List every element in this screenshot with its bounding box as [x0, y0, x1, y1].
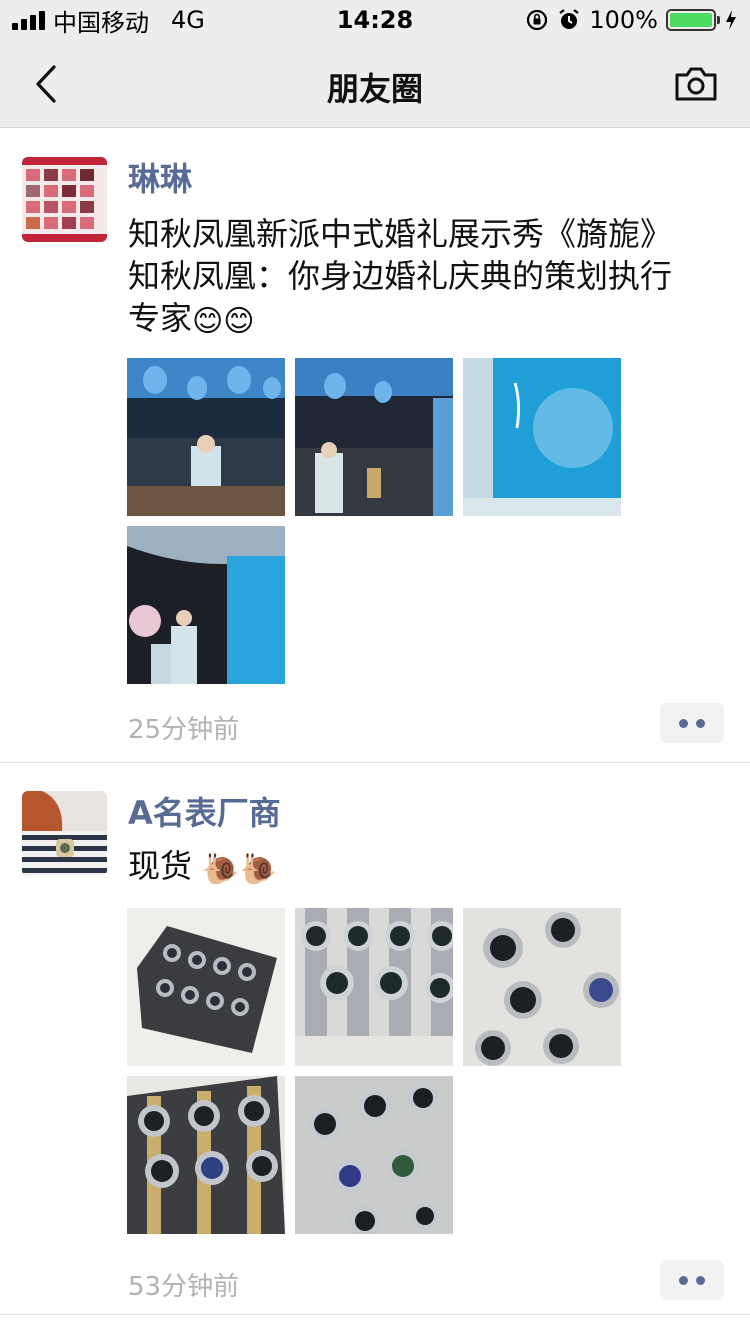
- charging-icon: [724, 8, 738, 32]
- dot-icon: [696, 718, 705, 728]
- photo-thumbnail[interactable]: [295, 1076, 453, 1234]
- moments-feed: 琳琳 知秋凤凰新派中式婚礼展示秀《旖旎》 知秋凤凰：你身边婚礼庆典的策划执行 专…: [0, 129, 750, 1315]
- camera-icon: [675, 67, 717, 101]
- dot-icon: [679, 1275, 688, 1285]
- smile-emoji: 😊: [223, 304, 255, 339]
- snail-emoji: 🐌: [239, 852, 277, 887]
- avatar[interactable]: [22, 157, 107, 242]
- post-text: 知秋凤凰新派中式婚礼展示秀《旖旎》 知秋凤凰：你身边婚礼庆典的策划执行 专家😊😊: [128, 213, 728, 343]
- snail-emoji: 🐌: [202, 852, 240, 887]
- battery-icon: [666, 9, 720, 31]
- moment-post: A名表厂商 现货 🐌🐌 53分钟前: [0, 763, 750, 1315]
- moment-post: 琳琳 知秋凤凰新派中式婚礼展示秀《旖旎》 知秋凤凰：你身边婚礼庆典的策划执行 专…: [0, 129, 750, 763]
- post-timestamp: 53分钟前: [128, 1272, 240, 1302]
- nav-bar: 朋友圈: [0, 40, 750, 128]
- photo-thumbnail[interactable]: [127, 908, 285, 1066]
- photo-thumbnail[interactable]: [295, 358, 453, 516]
- post-text: 现货 🐌🐌: [128, 845, 728, 891]
- username[interactable]: 琳琳: [128, 159, 192, 199]
- post-text-line: 专家😊😊: [128, 297, 728, 343]
- photo-thumbnail[interactable]: [127, 1076, 285, 1234]
- photo-grid: [127, 358, 621, 684]
- photo-thumbnail[interactable]: [127, 358, 285, 516]
- more-options-button[interactable]: [660, 703, 724, 743]
- photo-thumbnail[interactable]: [463, 908, 621, 1066]
- post-timestamp: 25分钟前: [128, 715, 240, 745]
- post-text-line: 知秋凤凰：你身边婚礼庆典的策划执行: [128, 257, 673, 295]
- photo-thumbnail[interactable]: [463, 358, 621, 516]
- status-bar: 中国移动 4G 14:28 100%: [0, 0, 750, 40]
- post-text-segment: 专家: [128, 299, 193, 337]
- dot-icon: [679, 718, 688, 728]
- photo-thumbnail[interactable]: [127, 526, 285, 684]
- post-text-line: 知秋凤凰新派中式婚礼展示秀《旖旎》: [128, 215, 673, 253]
- orientation-lock-icon: [525, 8, 549, 32]
- camera-button[interactable]: [672, 64, 720, 104]
- photo-thumbnail[interactable]: [295, 908, 453, 1066]
- more-options-button[interactable]: [660, 1260, 724, 1300]
- battery-percent: 100%: [589, 6, 658, 34]
- photo-grid: [127, 908, 621, 1234]
- battery-fill: [670, 13, 712, 27]
- status-bar-right: 100%: [525, 6, 738, 34]
- avatar[interactable]: [22, 791, 107, 876]
- page-title: 朋友圈: [326, 70, 423, 108]
- dot-icon: [696, 1275, 705, 1285]
- username[interactable]: A名表厂商: [128, 793, 281, 833]
- post-text-segment: 现货: [128, 847, 193, 885]
- alarm-icon: [557, 8, 581, 32]
- smile-emoji: 😊: [192, 304, 224, 339]
